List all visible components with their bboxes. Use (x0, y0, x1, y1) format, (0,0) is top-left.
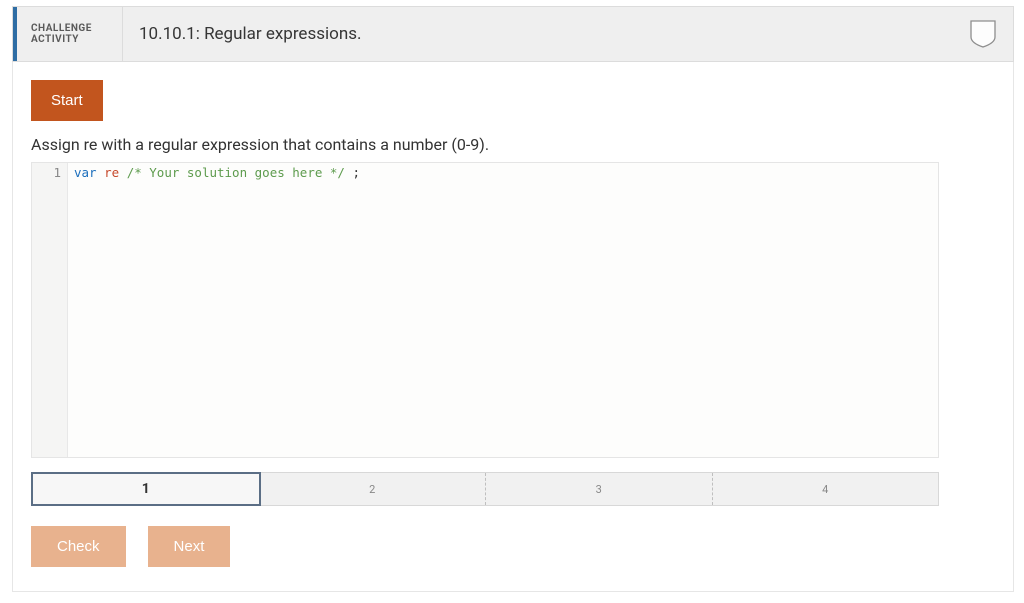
editor-gutter: 1 (32, 163, 68, 457)
next-button[interactable]: Next (148, 526, 231, 567)
check-button[interactable]: Check (31, 526, 126, 567)
challenge-tag-line1: CHALLENGE (31, 23, 122, 34)
step-3[interactable]: 3 (486, 473, 713, 505)
token-identifier: re (104, 165, 119, 180)
challenge-tag-line2: ACTIVITY (31, 34, 122, 45)
code-editor[interactable]: 1 var re /* Your solution goes here */ ; (31, 162, 939, 458)
challenge-tag: CHALLENGE ACTIVITY (13, 7, 123, 61)
token-keyword: var (74, 165, 97, 180)
code-pane[interactable]: var re /* Your solution goes here */ ; (68, 163, 938, 457)
action-row: Check Next (31, 526, 995, 567)
instruction-text: Assign re with a regular expression that… (31, 135, 995, 154)
page-title: 10.10.1: Regular expressions. (123, 7, 953, 61)
start-button[interactable]: Start (31, 80, 103, 121)
token-semicolon: ; (352, 165, 360, 180)
header-shield-icon (953, 7, 1013, 61)
token-comment: /* Your solution goes here */ (127, 165, 345, 180)
challenge-header: CHALLENGE ACTIVITY 10.10.1: Regular expr… (12, 6, 1014, 62)
line-number: 1 (32, 165, 61, 180)
content-area: Start Assign re with a regular expressio… (12, 62, 1014, 592)
step-1[interactable]: 1 (31, 472, 261, 506)
step-2[interactable]: 2 (260, 473, 487, 505)
stepper: 1 2 3 4 (31, 472, 939, 506)
step-4[interactable]: 4 (713, 473, 939, 505)
